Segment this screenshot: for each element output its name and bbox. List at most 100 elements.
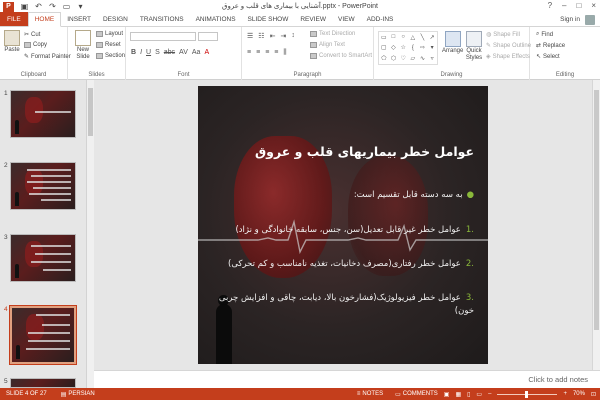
slide-list-item[interactable]: .1عوامل خطر غیر قابل تعدیل(سن، جنس، سابق… — [214, 224, 474, 237]
select-button[interactable]: ↖ Select — [536, 53, 560, 61]
bold-button[interactable]: B — [131, 49, 136, 56]
tab-design[interactable]: DESIGN — [97, 12, 134, 26]
shape-textbox-icon[interactable]: ▭ — [379, 32, 389, 43]
copy-button[interactable]: Copy — [24, 42, 47, 48]
underline-button[interactable]: U — [146, 49, 151, 56]
align-text-button[interactable]: Align Text — [310, 42, 345, 48]
slide-bullet-intro[interactable]: ●به سه دسته قابل تقسیم است: — [224, 190, 474, 200]
current-slide[interactable]: عوامل خطر بیماریهای قلب و عروق ●به سه دس… — [198, 86, 488, 364]
reset-button[interactable]: Reset — [96, 42, 121, 48]
slide-thumbnail-2[interactable] — [10, 162, 76, 210]
columns-icon[interactable]: ⫼ — [283, 49, 286, 57]
zoom-out-icon[interactable]: – — [488, 391, 491, 397]
fit-slide-icon[interactable]: ⊡ — [591, 391, 596, 398]
slideshow-icon[interactable]: ▭ — [476, 391, 482, 398]
change-case-button[interactable]: Aa — [192, 49, 201, 56]
tab-add-ins[interactable]: ADD-INS — [361, 12, 400, 26]
language-indicator[interactable]: ▤ PERSIAN — [61, 391, 95, 398]
convert-smartart-button[interactable]: Convert to SmartArt — [310, 53, 372, 59]
shape-heart-icon[interactable]: ♡ — [398, 53, 408, 64]
slide-sorter-icon[interactable]: ▦ — [455, 391, 461, 398]
quick-styles-button[interactable]: Quick Styles — [464, 31, 484, 62]
avatar[interactable] — [585, 15, 595, 25]
shape-fill-button[interactable]: ◍ Shape Fill — [486, 31, 520, 39]
zoom-slider[interactable] — [497, 390, 558, 398]
maximize-icon[interactable]: □ — [576, 1, 581, 10]
shape-rounded-icon[interactable]: ▢ — [379, 43, 389, 54]
shape-expand-icon[interactable]: ▿ — [427, 53, 437, 64]
slide-thumbnail-3[interactable] — [10, 234, 76, 282]
sign-in-link[interactable]: Sign in — [560, 16, 580, 23]
shape-diamond-icon[interactable]: ◇ — [389, 43, 399, 54]
find-button[interactable]: ⌕ Find — [536, 31, 553, 38]
section-button[interactable]: Section — [96, 53, 125, 59]
paste-button[interactable]: Paste — [4, 30, 20, 53]
slide-scrollbar[interactable] — [592, 80, 600, 370]
cut-button[interactable]: ✂ Cut — [24, 31, 40, 39]
shape-line-icon[interactable]: ╲ — [418, 32, 428, 43]
slide-list-item[interactable]: .3عوامل خطر فیزیولوژیک(فشارخون بالا، دیا… — [214, 292, 474, 318]
strikethrough-button[interactable]: abc — [164, 49, 175, 56]
line-spacing-icon[interactable]: ↕ — [291, 32, 295, 40]
slide-title[interactable]: عوامل خطر بیماریهای قلب و عروق — [224, 144, 474, 159]
shape-hexagon-icon[interactable]: ⬡ — [389, 53, 399, 64]
notes-toggle[interactable]: ≡ NOTES — [357, 391, 383, 397]
zoom-slider-thumb[interactable] — [525, 390, 529, 398]
tab-slide-show[interactable]: SLIDE SHOW — [242, 12, 295, 26]
align-center-icon[interactable]: ≡ — [256, 49, 260, 57]
shape-callout-icon[interactable]: ▱ — [408, 53, 418, 64]
tab-view[interactable]: VIEW — [332, 12, 361, 26]
tab-review[interactable]: REVIEW — [294, 12, 332, 26]
reading-view-icon[interactable]: ▯ — [467, 391, 470, 398]
bullets-icon[interactable]: ☰ — [247, 32, 253, 40]
close-icon[interactable]: × — [591, 1, 596, 10]
shape-outline-button[interactable]: ✎ Shape Outline — [486, 42, 531, 50]
text-direction-button[interactable]: Text Direction — [310, 31, 355, 37]
slide-list-item[interactable]: .2عوامل خطر رفتاری(مصرف دخانیات، تغذیه ن… — [214, 258, 474, 271]
shape-more-icon[interactable]: ▾ — [427, 43, 437, 54]
shapes-gallery[interactable]: ▭ □ ○ △ ╲ ↗ ▢ ◇ ☆ { ⇨ ▾ ⬠ ⬡ ♡ ▱ ∿ ▿ — [378, 31, 438, 65]
thumbnail-scrollbar[interactable] — [86, 80, 94, 388]
notes-pane[interactable]: Click to add notes — [94, 370, 600, 388]
char-spacing-button[interactable]: AV — [179, 49, 188, 56]
normal-view-icon[interactable]: ▣ — [444, 391, 450, 398]
zoom-level[interactable]: 70% — [573, 391, 585, 397]
comments-toggle[interactable]: ▭ COMMENTS — [395, 391, 438, 398]
slide-thumbnail-5[interactable] — [10, 378, 76, 388]
minimize-icon[interactable]: – — [562, 1, 566, 10]
tab-insert[interactable]: INSERT — [61, 12, 97, 26]
new-slide-button[interactable]: New Slide — [72, 30, 94, 61]
shape-triangle-icon[interactable]: △ — [408, 32, 418, 43]
slide-thumbnail-4[interactable] — [9, 305, 77, 365]
tab-transitions[interactable]: TRANSITIONS — [134, 12, 190, 26]
tab-animations[interactable]: ANIMATIONS — [190, 12, 242, 26]
shape-rect-icon[interactable]: □ — [389, 32, 399, 43]
help-icon[interactable]: ? — [548, 1, 552, 10]
increase-indent-icon[interactable]: ⇥ — [280, 32, 286, 40]
shadow-button[interactable]: S — [155, 49, 160, 56]
arrange-button[interactable]: Arrange — [442, 31, 463, 54]
tab-file[interactable]: FILE — [0, 12, 28, 26]
italic-button[interactable]: I — [140, 49, 142, 56]
shape-curve-icon[interactable]: ∿ — [418, 53, 428, 64]
shape-effects-button[interactable]: ◈ Shape Effects — [486, 53, 530, 61]
font-name-select[interactable] — [130, 32, 196, 41]
shape-right-arrow-icon[interactable]: ⇨ — [418, 43, 428, 54]
format-painter-button[interactable]: ✎ Format Painter — [24, 53, 71, 61]
slide-thumbnail-1[interactable] — [10, 90, 76, 138]
shape-star-icon[interactable]: ☆ — [398, 43, 408, 54]
shape-oval-icon[interactable]: ○ — [398, 32, 408, 43]
shape-pentagon-icon[interactable]: ⬠ — [379, 53, 389, 64]
shape-brace-icon[interactable]: { — [408, 43, 418, 54]
font-color-button[interactable]: A — [204, 49, 209, 56]
align-right-icon[interactable]: ≡ — [265, 49, 269, 57]
layout-button[interactable]: Layout — [96, 31, 123, 37]
justify-icon[interactable]: ≡ — [274, 49, 278, 57]
replace-button[interactable]: ⇄ Replace — [536, 42, 565, 50]
numbering-icon[interactable]: ☷ — [258, 32, 264, 40]
tab-home[interactable]: HOME — [27, 12, 62, 27]
zoom-in-icon[interactable]: + — [563, 391, 567, 397]
font-size-select[interactable] — [198, 32, 218, 41]
decrease-indent-icon[interactable]: ⇤ — [270, 32, 276, 40]
shape-arrow-icon[interactable]: ↗ — [427, 32, 437, 43]
